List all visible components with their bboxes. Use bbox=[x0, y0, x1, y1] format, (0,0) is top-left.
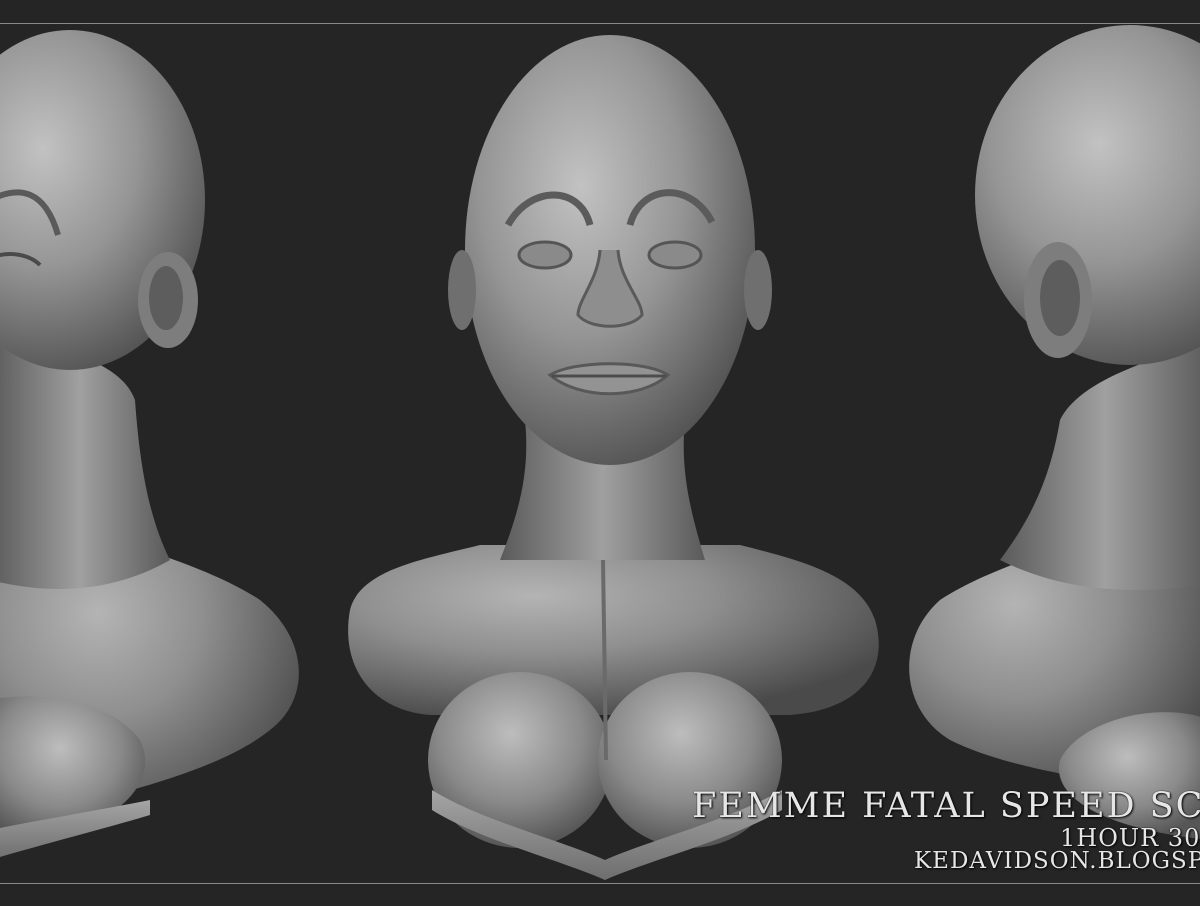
top-border-line bbox=[0, 23, 1200, 24]
artwork-title: FEMME FATAL SPEED SCUL bbox=[692, 786, 1200, 826]
sculpt-render bbox=[0, 25, 1200, 880]
blog-url: KEDAVIDSON.BLOGSPOT. bbox=[914, 848, 1200, 874]
left-bust-view bbox=[0, 30, 299, 858]
center-bust-view bbox=[348, 35, 879, 880]
right-bust-view bbox=[909, 25, 1200, 839]
bottom-border-line bbox=[0, 883, 1200, 884]
artwork-canvas: FEMME FATAL SPEED SCUL 1HOUR 30 KEDAVIDS… bbox=[0, 0, 1200, 906]
